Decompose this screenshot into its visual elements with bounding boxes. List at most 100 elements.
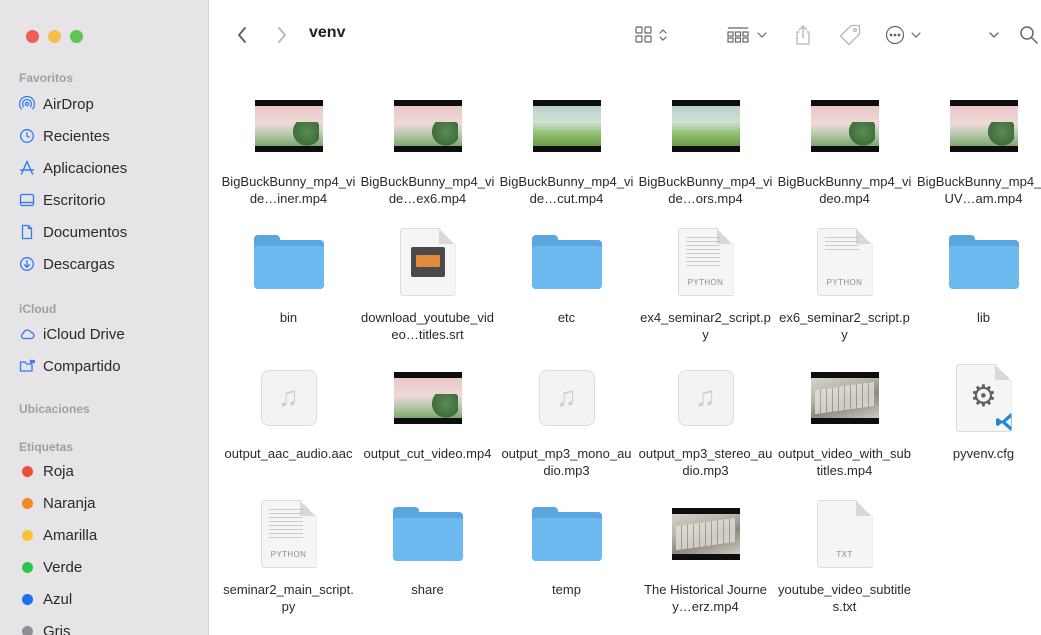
toolbar: venv — [210, 0, 1041, 70]
sidebar: Favoritos AirDrop Recientes Aplicaciones… — [0, 0, 209, 635]
group-button[interactable] — [726, 22, 772, 48]
back-button[interactable] — [230, 22, 254, 48]
grid-view-icon — [635, 26, 667, 43]
sidebar-item-label: Amarilla — [43, 526, 98, 544]
file-name: pyvenv.cfg — [952, 446, 1015, 461]
view-mode-button[interactable] — [634, 22, 674, 48]
audio-file-icon: ♫ — [677, 370, 734, 426]
file-item[interactable]: BigBuckBunny_mp4_video.mp4 — [775, 86, 914, 222]
file-item[interactable]: BigBuckBunny_mp4_vide…iner.mp4 — [219, 86, 358, 222]
file-item[interactable]: BigBuckBunny_mp4_vide…ors.mp4 — [636, 86, 775, 222]
sidebar-item-label: Roja — [43, 462, 74, 480]
file-name: output_mp3_mono_audio.mp3 — [501, 446, 632, 478]
tag-dot-icon — [22, 529, 33, 541]
file-item[interactable]: lib — [914, 222, 1041, 358]
file-name: The Historical Journey…erz.mp4 — [644, 582, 767, 614]
video-thumbnail — [810, 100, 879, 152]
close-window-button[interactable] — [26, 30, 39, 43]
search-icon — [1020, 26, 1038, 44]
sidebar-item-label: Verde — [43, 558, 83, 576]
more-actions-button[interactable] — [884, 22, 930, 48]
video-thumbnail — [532, 100, 601, 152]
sidebar-item-desktop[interactable]: Escritorio — [19, 188, 204, 212]
file-name: download_youtube_video…titles.srt — [361, 310, 494, 342]
tag-dot-icon — [22, 561, 33, 573]
share-icon — [796, 25, 810, 45]
gear-icon: ⚙ — [970, 380, 997, 413]
tags-button[interactable] — [836, 22, 864, 48]
sidebar-item-downloads[interactable]: Descargas — [19, 252, 204, 276]
file-item[interactable]: temp — [497, 494, 636, 630]
file-item[interactable]: etc — [497, 222, 636, 358]
folder-icon — [253, 235, 324, 289]
sidebar-item-label: Gris — [43, 622, 71, 635]
file-item[interactable]: share — [358, 494, 497, 630]
folder-icon — [392, 507, 463, 561]
share-button[interactable] — [791, 22, 815, 48]
folder-icon — [531, 235, 602, 289]
file-name: temp — [552, 582, 581, 597]
file-item[interactable]: BigBuckBunny_mp4_vide…cut.mp4 — [497, 86, 636, 222]
file-item[interactable]: PYTHON ex4_seminar2_script.py — [636, 222, 775, 358]
sidebar-item-shared[interactable]: Compartido — [19, 354, 204, 378]
document-icon — [19, 224, 35, 240]
file-item[interactable]: BigBuckBunny_mp4_YUV…am.mp4 — [914, 86, 1041, 222]
cloud-icon — [19, 326, 35, 342]
forward-button[interactable] — [270, 22, 294, 48]
minimize-window-button[interactable] — [48, 30, 61, 43]
file-name: ex4_seminar2_script.py — [640, 310, 771, 342]
sidebar-tag-blue[interactable]: Azul — [19, 587, 204, 611]
sidebar-tag-green[interactable]: Verde — [19, 555, 204, 579]
search-button[interactable] — [1018, 22, 1040, 48]
file-item[interactable]: ♫ output_mp3_stereo_audio.mp3 — [636, 358, 775, 494]
sidebar-item-applications[interactable]: Aplicaciones — [19, 156, 204, 180]
ellipsis-circle-icon — [885, 25, 921, 45]
audio-file-icon: ♫ — [260, 370, 317, 426]
file-item[interactable]: ♫ output_aac_audio.aac — [219, 358, 358, 494]
folder-icon — [948, 235, 1019, 289]
sidebar-item-label: Naranja — [43, 494, 96, 512]
file-item[interactable]: PYTHON seminar2_main_script.py — [219, 494, 358, 630]
vscode-badge-icon — [995, 413, 1012, 431]
sidebar-tag-orange[interactable]: Naranja — [19, 491, 204, 515]
file-name: output_cut_video.mp4 — [363, 446, 492, 461]
file-item[interactable]: PYTHON ex6_seminar2_script.py — [775, 222, 914, 358]
file-item[interactable]: bin — [219, 222, 358, 358]
sidebar-item-label: Documentos — [43, 223, 128, 241]
video-thumbnail — [671, 100, 740, 152]
file-item[interactable]: ♫ output_mp3_mono_audio.mp3 — [497, 358, 636, 494]
file-item[interactable]: BigBuckBunny_mp4_vide…ex6.mp4 — [358, 86, 497, 222]
file-item[interactable]: The Historical Journey…erz.mp4 — [636, 494, 775, 630]
applications-icon — [19, 160, 35, 176]
sidebar-item-icloud-drive[interactable]: iCloud Drive — [19, 322, 204, 346]
tag-icon — [839, 24, 861, 46]
file-name: etc — [557, 310, 576, 325]
file-item[interactable]: output_cut_video.mp4 — [358, 358, 497, 494]
file-item[interactable]: output_video_with_subtitles.mp4 — [775, 358, 914, 494]
python-file-icon: PYTHON — [816, 228, 873, 296]
video-thumbnail — [949, 100, 1018, 152]
file-name: seminar2_main_script.py — [223, 582, 354, 614]
sidebar-tag-red[interactable]: Roja — [19, 459, 204, 483]
zoom-window-button[interactable] — [70, 30, 83, 43]
file-name: BigBuckBunny_mp4_vide…ex6.mp4 — [360, 174, 495, 206]
sidebar-tag-yellow[interactable]: Amarilla — [19, 523, 204, 547]
python-file-icon: PYTHON — [677, 228, 734, 296]
sidebar-item-documents[interactable]: Documentos — [19, 220, 204, 244]
tag-dot-icon — [22, 497, 33, 509]
toolbar-overflow-button[interactable] — [984, 22, 1004, 48]
download-icon — [19, 256, 35, 272]
sidebar-section-locations[interactable]: Ubicaciones — [19, 402, 90, 416]
video-thumbnail — [671, 508, 740, 560]
file-name: BigBuckBunny_mp4_vide…iner.mp4 — [221, 174, 356, 206]
tag-dot-icon — [22, 465, 33, 477]
python-file-icon: PYTHON — [260, 500, 317, 568]
file-item[interactable]: ⚙ pyvenv.cfg — [914, 358, 1041, 494]
sidebar-item-airdrop[interactable]: AirDrop — [19, 92, 204, 116]
sidebar-item-recents[interactable]: Recientes — [19, 124, 204, 148]
config-file-icon: ⚙ — [955, 364, 1012, 432]
file-item[interactable]: download_youtube_video…titles.srt — [358, 222, 497, 358]
file-item[interactable]: TXT youtube_video_subtitles.txt — [775, 494, 914, 630]
sidebar-tag-gray[interactable]: Gris — [19, 619, 204, 635]
shared-folder-icon — [19, 358, 35, 374]
